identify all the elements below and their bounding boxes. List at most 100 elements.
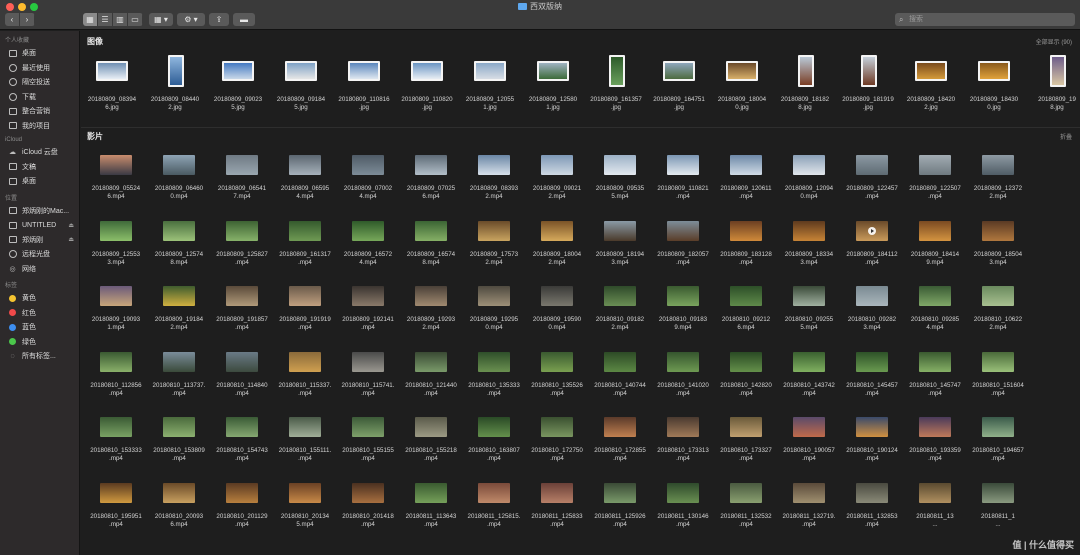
- sidebar-item[interactable]: 郑炳刚 ⏏: [0, 233, 79, 248]
- sidebar-item[interactable]: ◎ 网络: [0, 262, 79, 277]
- sidebar-item[interactable]: 隔空投送: [0, 75, 79, 90]
- movie-thumbnail: [982, 482, 1014, 503]
- movie-thumbnail: [289, 155, 321, 175]
- image-thumbnail: [663, 61, 695, 81]
- tag-button[interactable]: ▬: [233, 13, 255, 26]
- column-view-button[interactable]: ▥: [113, 13, 128, 26]
- gallery-view-button[interactable]: ▭: [128, 13, 143, 26]
- sidebar-item-label: 红色: [22, 309, 36, 317]
- file-browser: 图像 全部显示 (90) 20180809_08394 6.jpg 20180809…: [81, 31, 1080, 555]
- file-name: 20180810_153809 .mp4: [153, 447, 205, 462]
- file-name: 20180809_18194 3.mp4: [595, 250, 645, 266]
- movie-thumbnail: [163, 351, 195, 372]
- movie-thumbnail: [478, 220, 510, 241]
- sidebar-item[interactable]: 桌面: [0, 46, 79, 61]
- movie-thumbnail: [100, 482, 132, 503]
- file-name: 20180809_12553 3.mp4: [91, 250, 141, 266]
- file-name: 20180810_140744 .mp4: [594, 381, 646, 397]
- sidebar-item-label: 黄色: [22, 295, 36, 303]
- movie-thumbnail: [541, 482, 573, 503]
- file-name: 20180810_135333 .mp4: [468, 381, 520, 397]
- file-name: 20180809_18414 9.mp4: [910, 250, 960, 266]
- eject-icon[interactable]: ⏏: [68, 236, 74, 243]
- movie-thumbnail: [667, 155, 699, 175]
- forward-button[interactable]: ›: [20, 13, 35, 26]
- movie-thumbnail: [793, 417, 825, 437]
- file-name: 20180809_12574 8.mp4: [154, 250, 204, 266]
- movie-thumbnail: [352, 417, 384, 437]
- search-input[interactable]: ⌕ 搜索: [895, 13, 1075, 26]
- image-thumbnail: [474, 61, 506, 81]
- file-name: 20180810_172750 .mp4: [531, 447, 583, 462]
- movie-thumbnail: [604, 220, 636, 241]
- movie-thumbnail: [100, 286, 132, 306]
- file-name: 20180809_161317 .mp4: [279, 250, 331, 266]
- file-name: 20180810_112856 .mp4: [90, 381, 142, 397]
- file-name: 20180810_173313 .mp4: [657, 447, 709, 462]
- play-icon: [868, 226, 876, 235]
- sidebar-item[interactable]: 我的项目: [0, 119, 79, 134]
- movie-thumbnail: [100, 155, 132, 175]
- sidebar-item-label: 我的项目: [22, 122, 50, 130]
- file-name: 20180809_05524 6.mp4: [91, 185, 141, 200]
- file-name: 20180810_163807 .mp4: [468, 447, 520, 462]
- file-name: 20180810_142820 .mp4: [720, 381, 772, 397]
- movie-thumbnail: [856, 482, 888, 503]
- icon-view-button[interactable]: ▦: [83, 13, 98, 26]
- sidebar-item-label: 桌面: [22, 178, 36, 186]
- movie-thumbnail: [604, 417, 636, 437]
- sidebar-item[interactable]: 桌面: [0, 174, 79, 189]
- sidebar-item[interactable]: 绿色: [0, 335, 79, 350]
- sidebar-item[interactable]: 蓝色: [0, 320, 79, 335]
- sidebar-item[interactable]: 下载: [0, 90, 79, 105]
- sidebar-item-label: 网络: [22, 265, 36, 273]
- file-name: 20180809_08393 2.mp4: [469, 185, 519, 200]
- action-button[interactable]: ⚙ ▾: [177, 13, 205, 26]
- desktop-icon: [8, 177, 17, 186]
- sidebar-item[interactable]: UNTITLED ⏏: [0, 218, 79, 233]
- movie-thumbnail: [793, 220, 825, 241]
- movie-thumbnail: [919, 286, 951, 306]
- view-mode-selector: ▦ ☰ ▥ ▭: [83, 13, 143, 26]
- sidebar-item-label: 郑炳刚的Mac...: [22, 207, 70, 215]
- collapse-button[interactable]: 折叠: [1060, 132, 1072, 141]
- movie-thumbnail: [667, 417, 699, 437]
- sidebar-item[interactable]: 远程光盘: [0, 247, 79, 262]
- movie-thumbnail: [352, 351, 384, 372]
- sidebar-item[interactable]: 黄色: [0, 291, 79, 306]
- column-view-icon: ▥: [116, 15, 124, 24]
- file-name: 20180811_113643 .mp4: [405, 512, 457, 528]
- group-button[interactable]: ▦ ▾: [149, 13, 173, 26]
- movie-thumbnail: [541, 286, 573, 306]
- file-name: 20180810_172855 .mp4: [594, 447, 646, 462]
- chevron-right-icon: ›: [25, 15, 29, 24]
- movie-thumbnail: [982, 155, 1014, 175]
- file-name: 20180810_145747 .mp4: [909, 381, 961, 397]
- movie-thumbnail: [982, 417, 1014, 437]
- sidebar-item[interactable]: 红色: [0, 306, 79, 321]
- show-all-button[interactable]: 全部显示 (90): [1036, 37, 1072, 46]
- sidebar-item[interactable]: 郑炳刚的Mac...: [0, 204, 79, 219]
- sidebar-item[interactable]: ◌ 所有标签...: [0, 349, 79, 364]
- file-name: 20180809_19590 0.mp4: [532, 316, 582, 331]
- movie-thumbnail: [226, 417, 258, 437]
- section-divider: [81, 127, 1080, 128]
- movie-thumbnail: [352, 482, 384, 503]
- sidebar-item[interactable]: 整合营销: [0, 104, 79, 119]
- list-view-button[interactable]: ☰: [98, 13, 113, 26]
- sidebar-item[interactable]: 最近使用: [0, 61, 79, 76]
- share-button[interactable]: ⇪: [209, 13, 229, 26]
- file-name: 20180809_183128 .mp4: [720, 250, 772, 266]
- movie-thumbnail: [667, 220, 699, 241]
- file-name: 20180809_17573 2.mp4: [469, 250, 519, 266]
- movie-thumbnail: [415, 155, 447, 175]
- file-name: 20180810_190057 .mp4: [783, 447, 835, 462]
- eject-icon[interactable]: ⏏: [68, 222, 74, 229]
- back-button[interactable]: ‹: [5, 13, 20, 26]
- file-name: 20180810_135526 .mp4: [531, 381, 583, 397]
- file-name: 20180810_155218 .mp4: [405, 447, 457, 462]
- movie-thumbnail: [352, 286, 384, 306]
- sidebar-item[interactable]: 文稿: [0, 160, 79, 175]
- sidebar-item[interactable]: ☁ iCloud 云盘: [0, 145, 79, 160]
- movie-thumbnail: [163, 220, 195, 241]
